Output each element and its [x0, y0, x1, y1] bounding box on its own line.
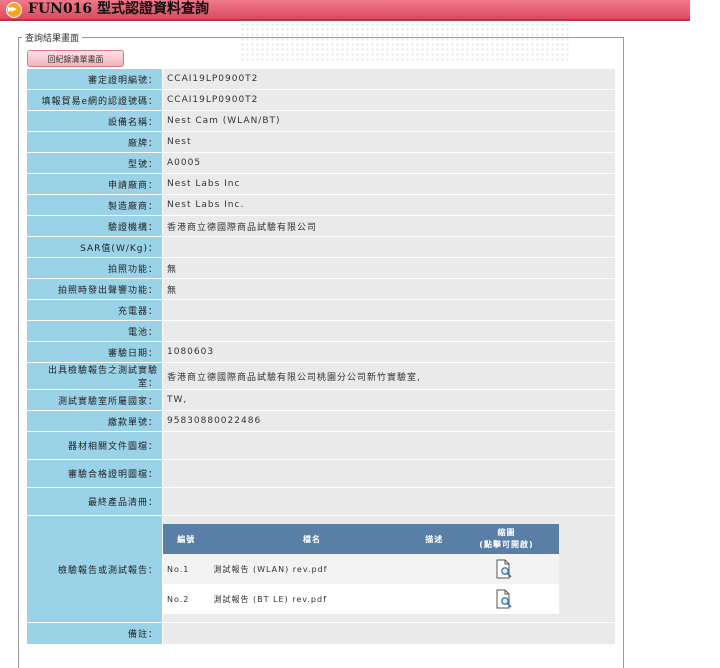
- field-value: [162, 236, 616, 258]
- field-label: 填報貿易e網的認證號碼：: [26, 89, 163, 111]
- detail-row: SAR值(W/Kg)：: [26, 236, 616, 258]
- field-value: 香港商立德國際商品試驗有限公司: [162, 215, 616, 237]
- field-label: 拍照時發出聲響功能：: [26, 278, 163, 300]
- remarks-row: 備註：: [26, 622, 616, 645]
- field-label: 審驗日期：: [26, 341, 163, 363]
- field-label: 繳款單號：: [26, 410, 163, 432]
- field-value: Nest: [162, 131, 616, 153]
- field-label: 拍照功能：: [26, 257, 163, 279]
- col-thumbnail-line2: (點擊可開啟): [479, 540, 534, 549]
- reports-cell: 編號 檔名 描述 縮圖 (點擊可開啟) No.1 測試報告 (WLAN) rev…: [162, 515, 616, 623]
- detail-row: 拍照時發出聲響功能： 無: [26, 278, 616, 300]
- detail-row: 測試實驗室所屬國家： TW,: [26, 389, 616, 411]
- report-thumbnail[interactable]: [453, 584, 559, 614]
- field-value: 無: [162, 278, 616, 300]
- report-row: No.1 測試報告 (WLAN) rev.pdf: [163, 554, 559, 584]
- detail-row: 廠牌： Nest: [26, 131, 616, 153]
- detail-row: 最終產品清冊：: [26, 487, 616, 516]
- field-label: SAR值(W/Kg)：: [26, 236, 163, 258]
- detail-row: 充電器：: [26, 299, 616, 321]
- field-label: 出具檢驗報告之測試實驗室：: [26, 362, 163, 390]
- detail-row: 審驗合格證明圖檔：: [26, 459, 616, 488]
- field-value: [162, 431, 616, 460]
- detail-row: 電池：: [26, 320, 616, 342]
- report-description: [414, 554, 454, 584]
- detail-row: 出具檢驗報告之測試實驗室： 香港商立德國際商品試驗有限公司桃園分公司新竹實驗室,: [26, 362, 616, 390]
- report-row: No.2 測試報告 (BT LE) rev.pdf: [163, 584, 559, 614]
- field-label: 電池：: [26, 320, 163, 342]
- title-bar: FUN016 型式認證資料查詢: [0, 0, 690, 21]
- field-value: [162, 320, 616, 342]
- detail-row: 驗證機構： 香港商立德國際商品試驗有限公司: [26, 215, 616, 237]
- col-filename: 檔名: [209, 524, 415, 554]
- field-value: CCAI19LP0900T2: [162, 89, 616, 111]
- field-value: Nest Cam (WLAN/BT): [162, 110, 616, 132]
- report-filename: 測試報告 (BT LE) rev.pdf: [209, 584, 415, 614]
- certification-detail-table: 審定證明編號： CCAI19LP0900T2 填報貿易e網的認證號碼： CCAI…: [26, 68, 616, 645]
- field-value: Nest Labs Inc: [162, 173, 616, 195]
- detail-row: 器材相關文件圖檔：: [26, 431, 616, 460]
- field-value: A0005: [162, 152, 616, 174]
- report-description: [414, 584, 454, 614]
- field-label: 充電器：: [26, 299, 163, 321]
- col-description: 描述: [414, 524, 454, 554]
- pdf-magnifier-icon[interactable]: [494, 589, 514, 609]
- fieldset-legend: 查詢結果畫面: [22, 31, 83, 44]
- field-value: 95830880022486: [162, 410, 616, 432]
- field-label: 廠牌：: [26, 131, 163, 153]
- field-value: CCAI19LP0900T2: [162, 68, 616, 90]
- report-number: No.2: [163, 584, 210, 614]
- detail-row: 設備名稱： Nest Cam (WLAN/BT): [26, 110, 616, 132]
- detail-row: 審定證明編號： CCAI19LP0900T2: [26, 68, 616, 90]
- field-label: 審驗合格證明圖檔：: [26, 459, 163, 488]
- report-thumbnail[interactable]: [453, 554, 559, 584]
- back-to-list-button[interactable]: 回紀錄清單畫面: [27, 50, 124, 67]
- field-label: 檢驗報告或測試報告：: [26, 515, 163, 623]
- field-label: 最終產品清冊：: [26, 487, 163, 516]
- field-value: Nest Labs Inc.: [162, 194, 616, 216]
- detail-row: 繳款單號： 95830880022486: [26, 410, 616, 432]
- reports-table: 編號 檔名 描述 縮圖 (點擊可開啟) No.1 測試報告 (WLAN) rev…: [163, 524, 559, 614]
- detail-row: 型號： A0005: [26, 152, 616, 174]
- reports-row: 檢驗報告或測試報告： 編號 檔名 描述 縮圖 (點擊可開啟) No.1 測試報告…: [26, 515, 616, 623]
- field-label: 設備名稱：: [26, 110, 163, 132]
- pdf-magnifier-icon[interactable]: [494, 559, 514, 579]
- field-label: 型號：: [26, 152, 163, 174]
- detail-row: 製造廠商： Nest Labs Inc.: [26, 194, 616, 216]
- detail-row: 填報貿易e網的認證號碼： CCAI19LP0900T2: [26, 89, 616, 111]
- field-label: 製造廠商：: [26, 194, 163, 216]
- detail-row: 審驗日期： 1080603: [26, 341, 616, 363]
- report-number: No.1: [163, 554, 210, 584]
- col-number: 編號: [163, 524, 210, 554]
- field-label: 器材相關文件圖檔：: [26, 431, 163, 460]
- field-value: [162, 299, 616, 321]
- detail-row: 拍照功能： 無: [26, 257, 616, 279]
- col-thumbnail: 縮圖 (點擊可開啟): [453, 524, 559, 554]
- field-value: 香港商立德國際商品試驗有限公司桃園分公司新竹實驗室,: [162, 362, 616, 390]
- report-filename: 測試報告 (WLAN) rev.pdf: [209, 554, 415, 584]
- field-label: 備註：: [26, 622, 163, 645]
- field-value: 1080603: [162, 341, 616, 363]
- page-title: FUN016 型式認證資料查詢: [28, 1, 210, 17]
- field-value: 無: [162, 257, 616, 279]
- detail-row: 申請廠商： Nest Labs Inc: [26, 173, 616, 195]
- col-thumbnail-line1: 縮圖: [497, 528, 516, 537]
- field-label: 申請廠商：: [26, 173, 163, 195]
- field-value: [162, 459, 616, 488]
- field-label: 驗證機構：: [26, 215, 163, 237]
- double-chevron-icon: [6, 2, 22, 18]
- field-label: 測試實驗室所屬國家：: [26, 389, 163, 411]
- field-value: [162, 487, 616, 516]
- field-value: [162, 622, 616, 645]
- field-label: 審定證明編號：: [26, 68, 163, 90]
- field-value: TW,: [162, 389, 616, 411]
